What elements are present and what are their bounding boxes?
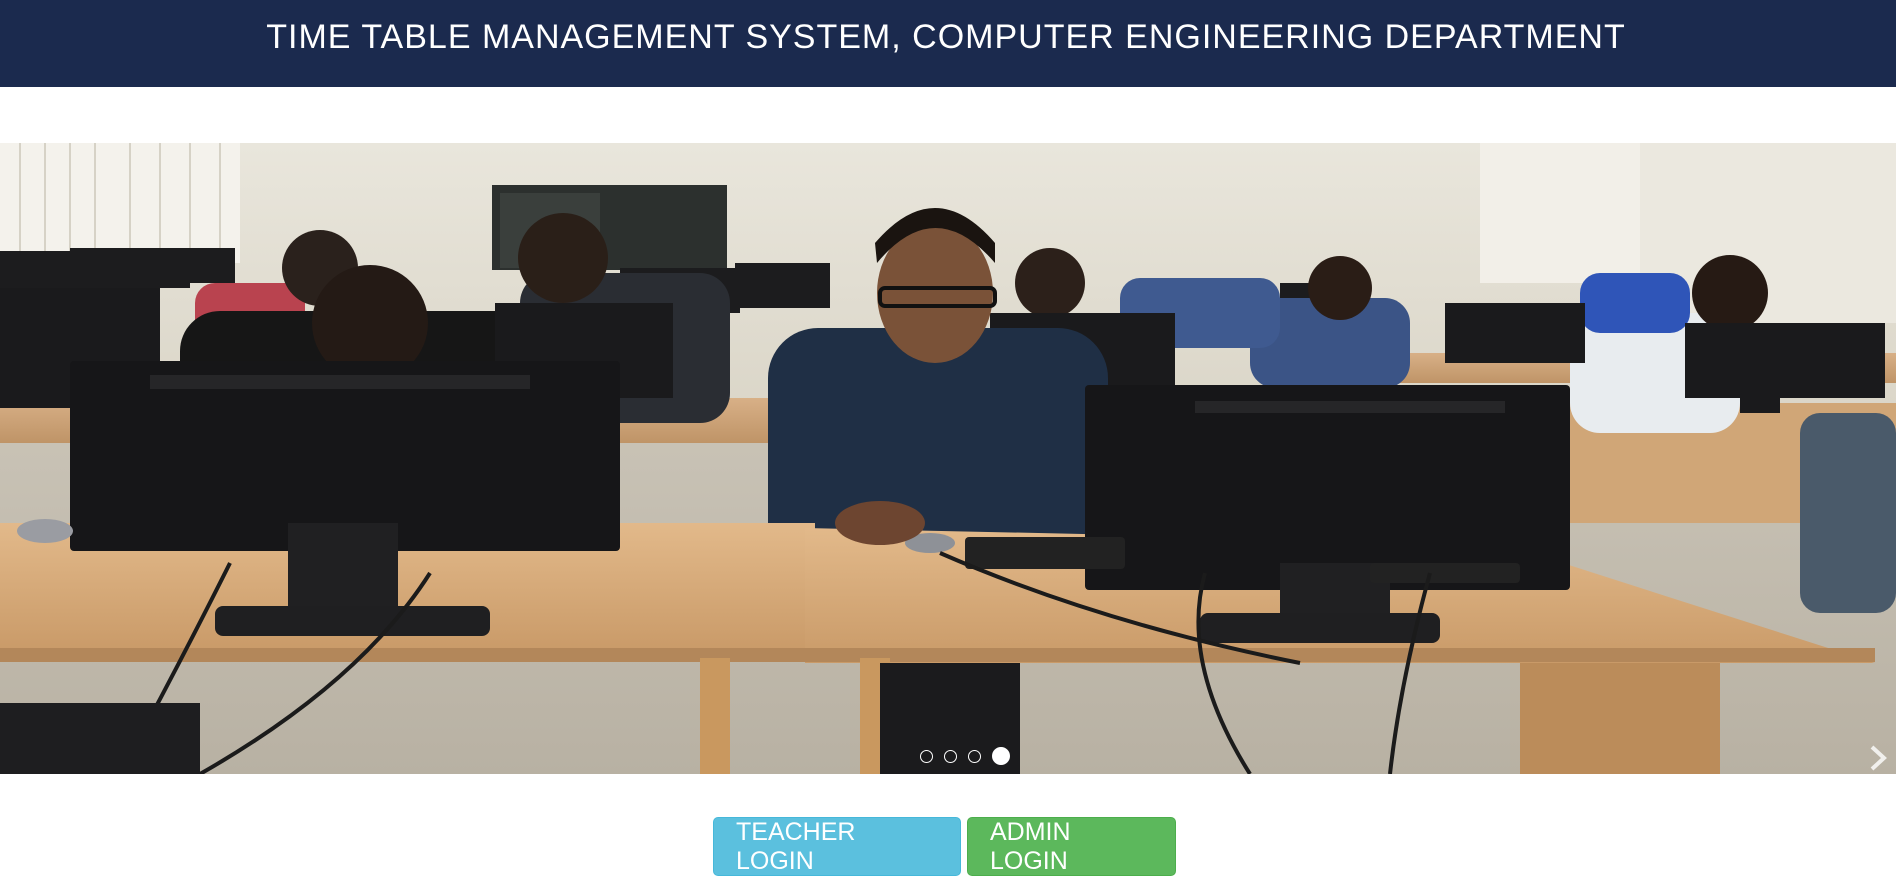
image-carousel[interactable] — [0, 143, 1896, 774]
carousel-indicators — [0, 747, 1896, 767]
carousel-indicator-4[interactable] — [992, 747, 1010, 765]
chevron-right-icon[interactable] — [1866, 743, 1890, 773]
page-header: TIME TABLE MANAGEMENT SYSTEM, COMPUTER E… — [0, 0, 1896, 87]
carousel-indicator-3[interactable] — [968, 750, 981, 763]
teacher-login-button[interactable]: TEACHER LOGIN — [713, 817, 961, 876]
admin-login-button[interactable]: ADMIN LOGIN — [967, 817, 1176, 876]
carousel-indicator-2[interactable] — [944, 750, 957, 763]
page-title: TIME TABLE MANAGEMENT SYSTEM, COMPUTER E… — [266, 18, 1626, 56]
login-buttons: TEACHER LOGIN ADMIN LOGIN — [713, 817, 1176, 876]
carousel-indicator-1[interactable] — [920, 750, 933, 763]
carousel-slide-image — [0, 143, 1896, 774]
